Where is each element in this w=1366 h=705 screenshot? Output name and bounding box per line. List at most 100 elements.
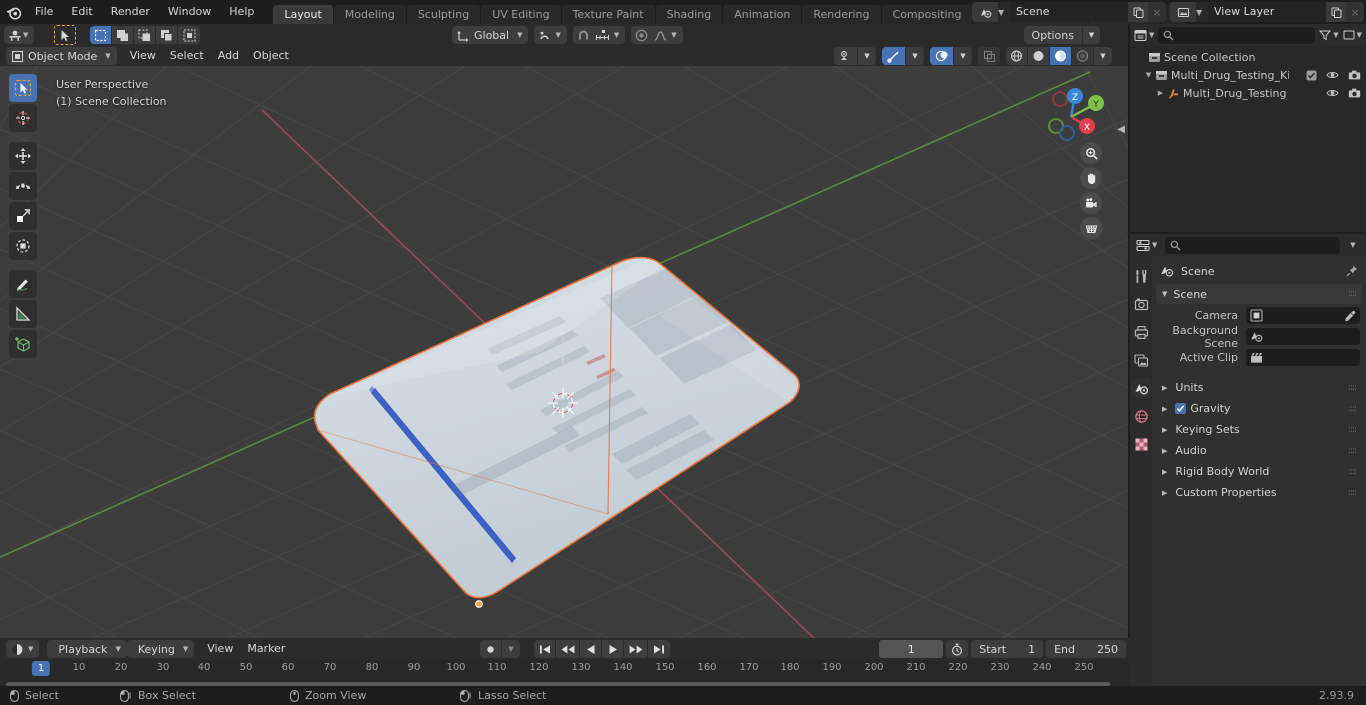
units-subpanel[interactable]: ▶ Units :::: bbox=[1156, 377, 1362, 398]
properties-editor-icon[interactable]: ▼ bbox=[1136, 239, 1157, 252]
rotate-tool[interactable] bbox=[9, 172, 37, 200]
scene-name[interactable]: Scene bbox=[1010, 2, 1128, 22]
shading-wireframe-button[interactable] bbox=[1006, 47, 1028, 65]
output-printer-tab[interactable] bbox=[1131, 322, 1151, 342]
select-box-button[interactable] bbox=[90, 26, 113, 44]
active-clip-field[interactable] bbox=[1246, 349, 1360, 366]
select-subtract-button[interactable] bbox=[134, 26, 157, 44]
camera-field[interactable] bbox=[1246, 307, 1360, 324]
menu-help[interactable]: Help bbox=[220, 0, 263, 24]
tweak-select-tool[interactable] bbox=[9, 74, 37, 102]
menu-render[interactable]: Render bbox=[102, 0, 159, 24]
texture-tab[interactable] bbox=[1131, 434, 1151, 454]
background-scene-field[interactable] bbox=[1246, 328, 1360, 345]
frame-start-field[interactable]: Start 1 bbox=[971, 640, 1044, 658]
custom-properties-subpanel[interactable]: ▶ Custom Properties :::: bbox=[1156, 482, 1362, 503]
outliner-new-collection-icon[interactable]: ▼ bbox=[1343, 29, 1362, 41]
tab-layout[interactable]: Layout bbox=[273, 5, 333, 24]
timeline-menu-marker[interactable]: Marker bbox=[240, 640, 292, 658]
outliner-search-input[interactable] bbox=[1158, 26, 1316, 44]
tool-tab[interactable] bbox=[1131, 266, 1151, 286]
disclosure-triangle-icon[interactable]: ▼ bbox=[1162, 290, 1167, 298]
tool-options-chevron-down-icon[interactable]: ▼ bbox=[1082, 26, 1100, 44]
cursor-tool[interactable] bbox=[9, 104, 37, 132]
disable-in-renders-camera-icon[interactable] bbox=[1348, 88, 1361, 98]
outliner-row-kit-collection[interactable]: ▼ Multi_Drug_Testing_Kit_Closed bbox=[1130, 66, 1366, 84]
tool-options-button[interactable]: Options bbox=[1023, 26, 1082, 44]
disclosure-triangle-icon[interactable]: ▶ bbox=[1162, 384, 1167, 392]
tab-rendering[interactable]: Rendering bbox=[802, 5, 881, 24]
world-tab[interactable] bbox=[1131, 406, 1151, 426]
menu-edit[interactable]: Edit bbox=[62, 0, 101, 24]
view-layer-selector[interactable]: ▼ View Layer × bbox=[1170, 2, 1364, 22]
auto-keying-icon[interactable] bbox=[480, 640, 502, 658]
overlays-toggle-icon[interactable] bbox=[930, 47, 954, 65]
scene-chevron-down-icon[interactable]: ▼ bbox=[998, 2, 1010, 22]
audio-subpanel[interactable]: ▶ Audio :::: bbox=[1156, 440, 1362, 461]
timeline-menu-view[interactable]: View bbox=[200, 640, 240, 658]
gizmo-toggle-icon[interactable] bbox=[882, 47, 906, 65]
move-tool[interactable] bbox=[9, 142, 37, 170]
sidebar-collapse-icon[interactable]: ◀ bbox=[1117, 124, 1125, 135]
current-frame-field[interactable]: 1 bbox=[879, 640, 944, 658]
camera-view-icon[interactable] bbox=[1080, 192, 1102, 214]
menu-window[interactable]: Window bbox=[159, 0, 220, 24]
gravity-subpanel[interactable]: ▶ Gravity :::: bbox=[1156, 398, 1362, 419]
new-scene-button[interactable] bbox=[1128, 2, 1148, 22]
keying-dropdown[interactable]: Keying ▼ bbox=[126, 640, 195, 658]
rigid-body-world-subpanel[interactable]: ▶ Rigid Body World :::: bbox=[1156, 461, 1362, 482]
shading-rendered-button[interactable] bbox=[1072, 47, 1094, 65]
jump-next-keyframe-button[interactable] bbox=[624, 640, 648, 658]
editor-type-3dview-icon[interactable]: Object Mode ▼ bbox=[6, 47, 117, 65]
object-visibility-icon[interactable] bbox=[834, 47, 858, 65]
shading-chevron-down-icon[interactable]: ▼ bbox=[1094, 47, 1112, 65]
disclosure-triangle-icon[interactable]: ▼ bbox=[1142, 71, 1155, 79]
pin-icon[interactable] bbox=[1346, 265, 1358, 277]
view-layer-name[interactable]: View Layer bbox=[1208, 2, 1326, 22]
scene-panel-header[interactable]: ▼ Scene :::: bbox=[1156, 284, 1362, 304]
play-reverse-button[interactable] bbox=[580, 640, 602, 658]
unlink-view-layer-button[interactable]: × bbox=[1346, 2, 1364, 22]
tab-modeling[interactable]: Modeling bbox=[333, 5, 406, 24]
tab-uv-editing[interactable]: UV Editing bbox=[481, 5, 561, 24]
playback-dropdown[interactable]: Playback ▼ bbox=[47, 640, 127, 658]
zoom-icon[interactable] bbox=[1080, 142, 1102, 164]
disclosure-triangle-icon[interactable]: ▶ bbox=[1162, 426, 1167, 434]
disclosure-triangle-icon[interactable]: ▶ bbox=[1162, 405, 1167, 413]
timeline-ruler[interactable]: 1 10 20 30 40 50 60 70 80 90 100 110 120… bbox=[0, 660, 1130, 680]
add-cube-tool[interactable] bbox=[9, 330, 37, 358]
gizmo-chevron-down-icon[interactable]: ▼ bbox=[906, 47, 924, 65]
frame-end-field[interactable]: End 250 bbox=[1046, 640, 1126, 658]
active-tool-indicator[interactable] bbox=[54, 25, 77, 45]
tab-animation[interactable]: Animation bbox=[723, 5, 802, 24]
3d-viewport[interactable]: User Perspective (1) Scene Collection Z … bbox=[0, 66, 1128, 638]
render-camera-tab[interactable] bbox=[1131, 294, 1151, 314]
play-button[interactable] bbox=[602, 640, 624, 658]
timeline-editor-icon[interactable]: ▼ bbox=[6, 640, 40, 658]
tab-compositing[interactable]: Compositing bbox=[881, 5, 973, 24]
jump-to-start-button[interactable] bbox=[534, 640, 556, 658]
shading-material-button[interactable] bbox=[1050, 47, 1072, 65]
shading-solid-button[interactable] bbox=[1028, 47, 1050, 65]
select-extend-button[interactable] bbox=[112, 26, 135, 44]
measure-tool[interactable] bbox=[9, 300, 37, 328]
use-preview-range-icon[interactable] bbox=[946, 640, 969, 658]
disable-in-renders-camera-icon[interactable] bbox=[1348, 70, 1361, 80]
auto-keying-chevron-down-icon[interactable]: ▼ bbox=[502, 640, 520, 658]
overlays-chevron-down-icon[interactable]: ▼ bbox=[954, 47, 972, 65]
viewport-menu-object[interactable]: Object bbox=[246, 47, 296, 65]
menu-file[interactable]: File bbox=[26, 0, 62, 24]
xray-toggle-icon[interactable] bbox=[978, 47, 1000, 65]
jump-prev-keyframe-button[interactable] bbox=[556, 640, 580, 658]
snap-settings[interactable]: ▼ bbox=[534, 26, 567, 44]
eyedropper-icon[interactable] bbox=[1344, 310, 1356, 322]
transform-orientation-dropdown[interactable]: Global ▼ bbox=[452, 26, 529, 44]
magnet-snap-toggle[interactable]: ▼ bbox=[572, 26, 626, 44]
keying-sets-subpanel[interactable]: ▶ Keying Sets :::: bbox=[1156, 419, 1362, 440]
timeline-playhead[interactable]: 1 bbox=[31, 661, 51, 676]
unlink-scene-button[interactable]: × bbox=[1148, 2, 1166, 22]
hide-in-viewport-eye-icon[interactable] bbox=[1326, 70, 1339, 80]
visibility-chevron-down-icon[interactable]: ▼ bbox=[858, 47, 876, 65]
exclude-checkbox[interactable] bbox=[1306, 70, 1317, 81]
outliner-row-scene-collection[interactable]: Scene Collection bbox=[1130, 48, 1366, 66]
